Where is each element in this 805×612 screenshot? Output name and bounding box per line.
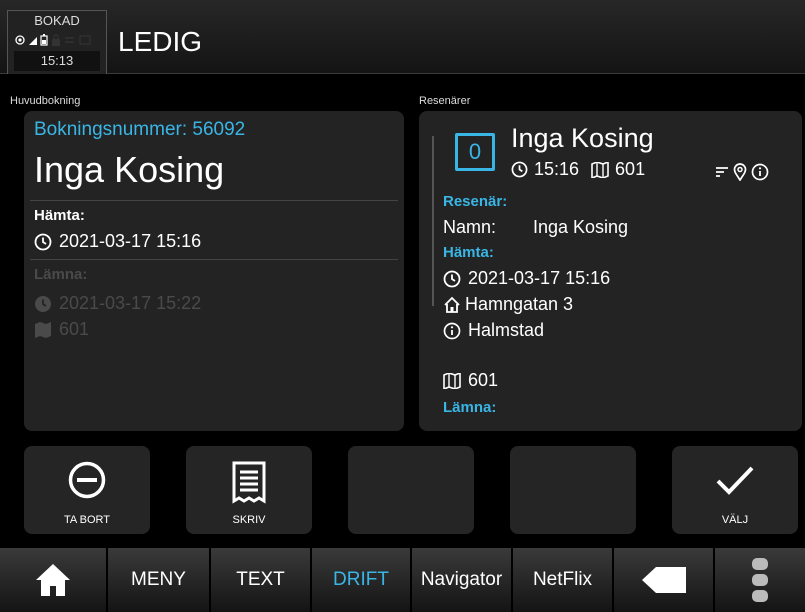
checkmark-icon bbox=[716, 466, 754, 495]
clock-icon bbox=[35, 295, 51, 312]
pickup-time: 2021-03-17 15:16 bbox=[468, 268, 611, 288]
traveler-card[interactable]: 0 Inga Kosing 15:16 601 Resenär: Namn: I… bbox=[419, 111, 802, 431]
dropoff-label: Lämna: bbox=[443, 399, 497, 416]
pickup-address: Hamngatan 3 bbox=[465, 294, 574, 314]
sync-icon bbox=[65, 37, 74, 43]
seat-number: 0 bbox=[455, 133, 495, 171]
lock-icon bbox=[52, 34, 60, 46]
booking-number: Bokningsnummer: 56092 bbox=[34, 119, 246, 140]
traveler-summary: 15:16 601 bbox=[511, 159, 645, 180]
status-box[interactable]: BOKAD 15:13 bbox=[7, 10, 107, 74]
pickup-time: 2021-03-17 15:16 bbox=[59, 231, 202, 251]
traveler-time: 15:16 bbox=[534, 159, 580, 179]
traveler-icons bbox=[715, 163, 769, 181]
battery-icon bbox=[40, 34, 48, 46]
receipt-icon bbox=[232, 461, 266, 504]
select-button[interactable]: VÄLJ bbox=[672, 446, 798, 534]
navigator-button[interactable]: Navigator bbox=[412, 548, 512, 612]
clock-icon bbox=[443, 270, 461, 287]
name-value: Inga Kosing bbox=[533, 217, 629, 237]
sort-icon[interactable] bbox=[715, 165, 729, 179]
traveler-zone: 601 bbox=[615, 159, 646, 179]
pickup-zone: 601 bbox=[468, 370, 499, 390]
back-button[interactable] bbox=[614, 548, 714, 612]
netflix-button[interactable]: NetFlix bbox=[513, 548, 613, 612]
remove-button-label: TA BORT bbox=[63, 514, 111, 526]
address-row: Hamngatan 3 bbox=[443, 294, 573, 315]
dropoff-zone: 601 bbox=[59, 319, 90, 339]
minus-circle-icon bbox=[68, 461, 106, 499]
home-icon bbox=[36, 564, 70, 596]
dropoff-time: 2021-03-17 15:22 bbox=[59, 293, 202, 313]
back-arrow-icon bbox=[641, 567, 686, 593]
travelers-label: Resenärer bbox=[419, 95, 471, 107]
clock-icon bbox=[34, 233, 52, 250]
card-icon bbox=[79, 35, 91, 45]
map-icon bbox=[443, 372, 461, 389]
pickup-label: Hämta: bbox=[443, 244, 494, 261]
text-button[interactable]: TEXT bbox=[211, 548, 311, 612]
dropoff-time-row: 2021-03-17 15:22 bbox=[34, 293, 201, 314]
location-pin-icon[interactable] bbox=[733, 163, 747, 181]
customer-name: Inga Kosing bbox=[34, 149, 225, 190]
map-icon bbox=[591, 161, 609, 178]
main-booking-panel[interactable]: Bokningsnummer: 56092 Inga Kosing Hämta:… bbox=[24, 111, 404, 431]
info-icon[interactable] bbox=[751, 163, 769, 181]
remove-button[interactable]: TA BORT bbox=[24, 446, 150, 534]
drift-button[interactable]: DRIFT bbox=[312, 548, 411, 612]
status-icons bbox=[8, 29, 106, 51]
home-icon bbox=[444, 296, 460, 313]
empty-action-slot bbox=[510, 446, 636, 534]
zone-row: 601 bbox=[443, 370, 498, 391]
select-button-label: VÄLJ bbox=[721, 514, 749, 526]
home-button[interactable] bbox=[0, 548, 107, 612]
status-label: BOKAD bbox=[34, 13, 80, 28]
clock-icon bbox=[511, 161, 528, 178]
empty-action-slot bbox=[348, 446, 474, 534]
top-bar: BOKAD 15:13 LEDIG bbox=[0, 0, 805, 74]
pickup-city: Halmstad bbox=[468, 320, 545, 340]
traveler-section-label: Resenär: bbox=[443, 193, 508, 210]
divider bbox=[30, 259, 398, 260]
more-button[interactable] bbox=[715, 548, 805, 612]
info-icon bbox=[443, 322, 461, 339]
more-icon bbox=[752, 558, 768, 602]
pickup-time-row: 2021-03-17 15:16 bbox=[34, 231, 201, 252]
city-row: Halmstad bbox=[443, 320, 544, 341]
gps-icon bbox=[15, 35, 25, 45]
status-time: 15:13 bbox=[14, 51, 100, 71]
scrollbar[interactable] bbox=[432, 136, 434, 306]
bottom-nav: MENY TEXT DRIFT Navigator NetFlix bbox=[0, 548, 805, 612]
menu-button[interactable]: MENY bbox=[108, 548, 210, 612]
pickup-time-row: 2021-03-17 15:16 bbox=[443, 268, 610, 289]
divider bbox=[30, 200, 398, 201]
map-icon bbox=[35, 321, 51, 338]
page-title: LEDIG bbox=[118, 26, 203, 57]
print-button-label: SKRIV bbox=[232, 514, 266, 526]
print-button[interactable]: SKRIV bbox=[186, 446, 312, 534]
pickup-label: Hämta: bbox=[34, 207, 85, 224]
dropoff-zone-row: 601 bbox=[34, 319, 89, 340]
dropoff-label: Lämna: bbox=[34, 266, 88, 283]
name-row: Namn: Inga Kosing bbox=[443, 217, 628, 238]
main-booking-label: Huvudbokning bbox=[10, 95, 81, 107]
name-label: Namn: bbox=[443, 217, 497, 237]
traveler-name: Inga Kosing bbox=[511, 123, 654, 153]
signal-icon bbox=[29, 37, 37, 45]
